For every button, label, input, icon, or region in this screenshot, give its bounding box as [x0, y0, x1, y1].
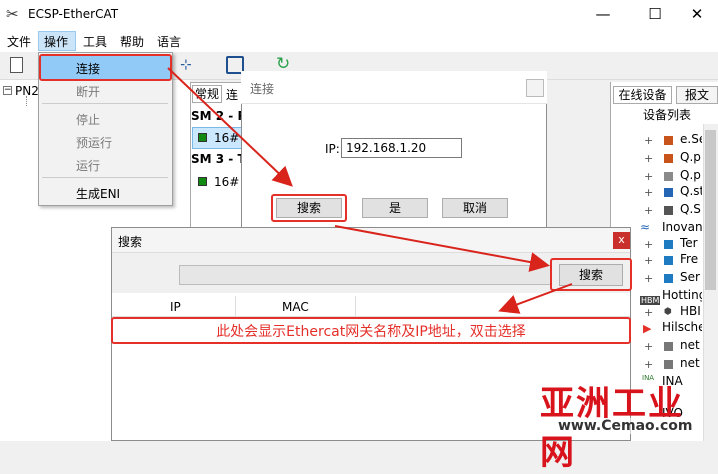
watermark-url: www.Cemao.com — [558, 418, 693, 434]
arrow-search-to-results — [498, 283, 573, 314]
arrow-connect-to-dialog — [167, 67, 293, 187]
annotation-arrows — [167, 67, 573, 314]
arrow-dialog-to-search — [334, 225, 550, 272]
